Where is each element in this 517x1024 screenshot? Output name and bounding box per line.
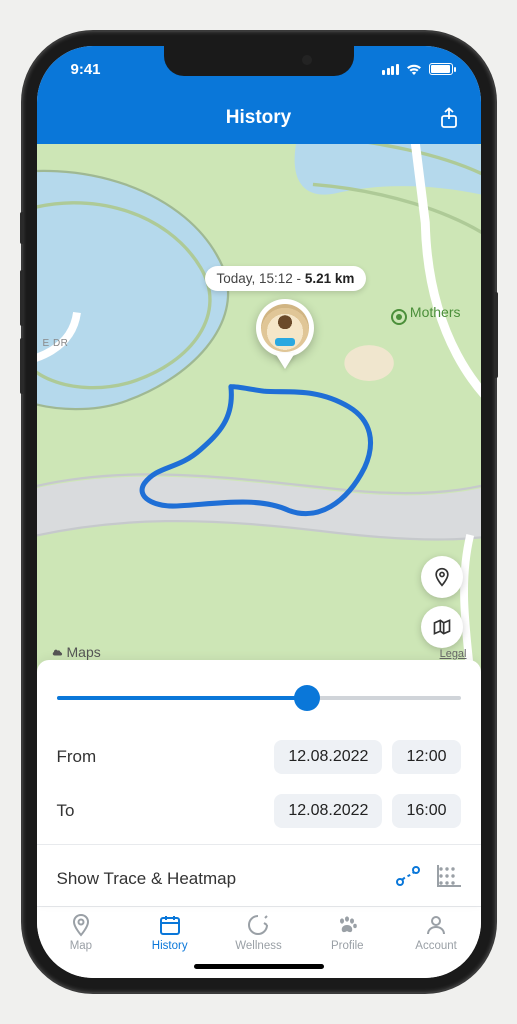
tab-map[interactable]: Map bbox=[37, 913, 126, 952]
poi-icon bbox=[391, 309, 407, 325]
from-label: From bbox=[57, 747, 265, 767]
trace-heatmap-row: Show Trace & Heatmap bbox=[57, 851, 461, 906]
pet-avatar bbox=[261, 304, 309, 352]
home-indicator bbox=[37, 954, 481, 978]
tab-wellness[interactable]: Wellness bbox=[214, 913, 303, 952]
tab-bar: Map History Wellness Profile Account bbox=[37, 906, 481, 954]
poi-label: Mothers bbox=[391, 304, 461, 325]
paw-icon bbox=[335, 913, 359, 937]
history-panel: From 12.08.2022 12:00 To 12.08.2022 16:0… bbox=[37, 660, 481, 906]
heatmap-toggle[interactable] bbox=[437, 865, 461, 892]
map-attribution: Maps bbox=[51, 644, 101, 660]
tab-history[interactable]: History bbox=[125, 913, 214, 952]
map-layers-button[interactable] bbox=[421, 606, 463, 648]
from-date-picker[interactable]: 12.08.2022 bbox=[274, 740, 382, 774]
to-label: To bbox=[57, 801, 265, 821]
status-time: 9:41 bbox=[71, 61, 101, 78]
marker-tooltip: Today, 15:12 - 5.21 km bbox=[205, 266, 367, 291]
from-row: From 12.08.2022 12:00 bbox=[57, 730, 461, 784]
to-row: To 12.08.2022 16:00 bbox=[57, 784, 461, 838]
tab-profile[interactable]: Profile bbox=[303, 913, 392, 952]
trace-heatmap-label: Show Trace & Heatmap bbox=[57, 869, 379, 889]
share-button[interactable] bbox=[437, 106, 461, 130]
status-indicators bbox=[382, 63, 453, 76]
nav-header: History bbox=[37, 92, 481, 144]
calendar-icon bbox=[158, 913, 182, 937]
time-slider[interactable] bbox=[57, 684, 461, 712]
tab-account[interactable]: Account bbox=[392, 913, 481, 952]
cellular-icon bbox=[382, 64, 399, 75]
page-title: History bbox=[226, 107, 291, 129]
map-pin-icon bbox=[69, 913, 93, 937]
trace-toggle[interactable] bbox=[395, 865, 421, 892]
slider-thumb[interactable] bbox=[294, 685, 320, 711]
battery-icon bbox=[429, 63, 453, 75]
to-time-picker[interactable]: 16:00 bbox=[392, 794, 460, 828]
marker-pin bbox=[256, 299, 314, 357]
account-icon bbox=[424, 913, 448, 937]
recenter-button[interactable] bbox=[421, 556, 463, 598]
wifi-icon bbox=[405, 63, 423, 76]
to-date-picker[interactable]: 12.08.2022 bbox=[274, 794, 382, 828]
location-marker[interactable]: Today, 15:12 - 5.21 km bbox=[205, 266, 367, 357]
legal-link[interactable]: Legal bbox=[440, 648, 467, 660]
road-label: E DR bbox=[43, 338, 69, 349]
from-time-picker[interactable]: 12:00 bbox=[392, 740, 460, 774]
map-view[interactable]: E DR Mothers Today, 15:12 - 5.21 km bbox=[37, 144, 481, 672]
wellness-icon bbox=[246, 913, 270, 937]
